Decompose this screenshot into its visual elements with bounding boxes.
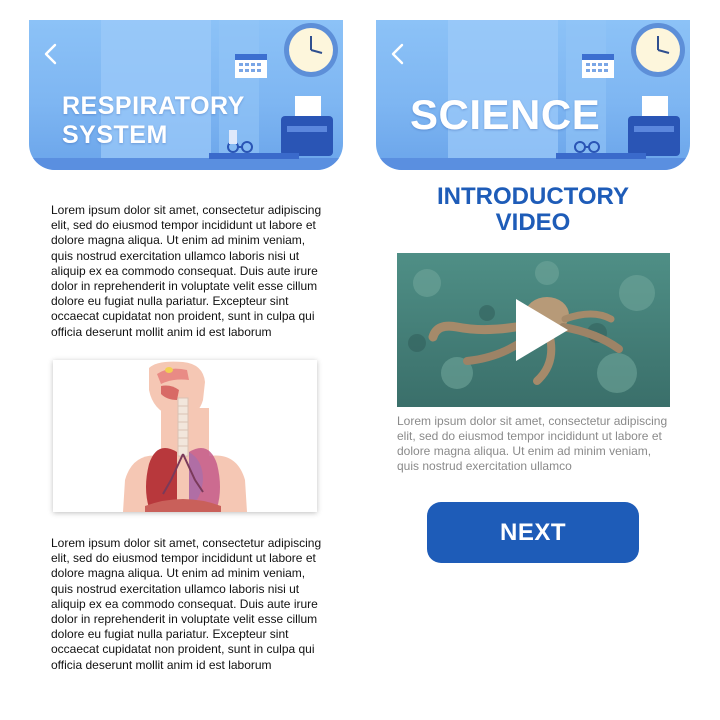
video-player[interactable] [397,253,670,407]
science-screen: SCIENCE INTRODUCTORY VIDEO Lorem ipsum d… [360,0,720,720]
page-title: RESPIRATORY SYSTEM [62,92,245,149]
page-title: SCIENCE [410,91,601,138]
chevron-left-icon[interactable] [386,40,410,68]
video-caption: Lorem ipsum dolor sit amet, consectetur … [397,414,668,473]
body-paragraph: Lorem ipsum dolor sit amet, consectetur … [51,536,322,672]
printer-icon [281,96,333,156]
header-banner: SCIENCE [376,20,690,170]
calendar-icon [582,54,614,78]
respiratory-system-screen: RESPIRATORY SYSTEM Lorem ipsum dolor sit… [0,0,360,720]
printer-icon [628,96,680,156]
clock-icon [631,23,685,77]
body-paragraph: Lorem ipsum dolor sit amet, consectetur … [51,203,322,339]
header-banner: RESPIRATORY SYSTEM [29,20,343,170]
play-icon[interactable] [512,297,570,363]
next-button[interactable]: NEXT [427,502,639,563]
calendar-icon [235,54,267,78]
section-title: INTRODUCTORY VIDEO [437,183,629,236]
respiratory-system-illustration [53,360,317,512]
chevron-left-icon[interactable] [39,40,63,68]
clock-icon [284,23,338,77]
